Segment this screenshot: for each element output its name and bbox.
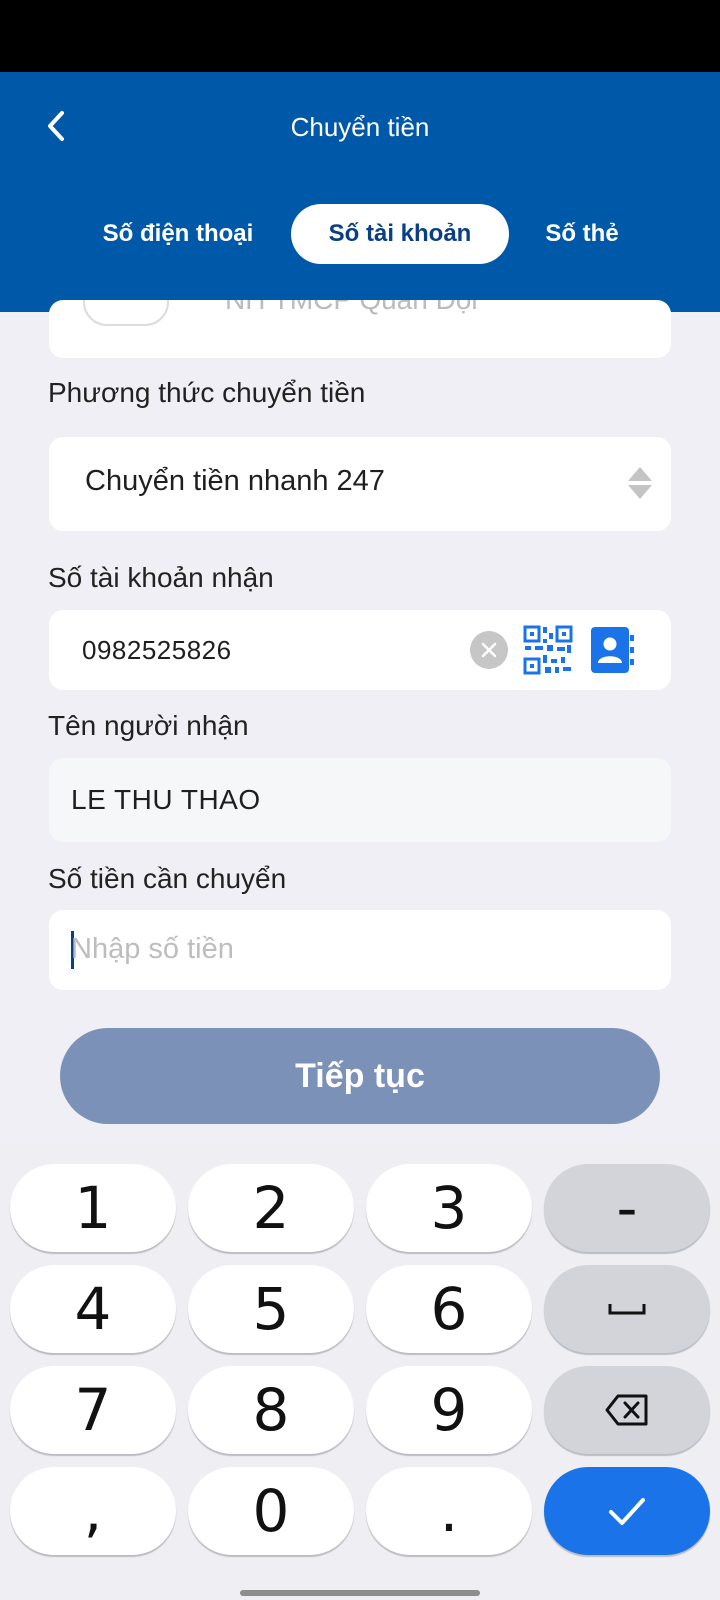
contacts-book-icon[interactable]: [591, 625, 635, 675]
method-label: Phương thức chuyển tiền: [48, 377, 366, 408]
tab-card-number[interactable]: Số thẻ: [530, 204, 634, 264]
continue-button[interactable]: Tiếp tục: [60, 1028, 660, 1124]
sort-arrows-icon: [628, 467, 652, 499]
check-icon: [609, 1498, 645, 1525]
bank-name: NH TMCP Quân Đội: [225, 300, 478, 316]
key-backspace[interactable]: [544, 1366, 710, 1454]
bank-logo: [83, 300, 169, 326]
recipient-label: Tên người nhận: [48, 710, 249, 741]
key-comma[interactable]: ,: [10, 1467, 176, 1555]
key-9[interactable]: 9: [366, 1366, 532, 1454]
account-number-value: 0982525826: [82, 635, 232, 665]
amount-label: Số tiền cần chuyển: [48, 863, 287, 894]
clear-icon[interactable]: [470, 631, 508, 669]
tab-bar: Số điện thoại Số tài khoản Số thẻ: [0, 204, 720, 264]
transfer-method-value: Chuyển tiền nhanh 247: [85, 465, 385, 497]
bank-select[interactable]: NH TMCP Quân Đội: [49, 300, 671, 358]
recipient-name-value: LE THU THAO: [71, 784, 261, 815]
home-indicator[interactable]: [240, 1590, 480, 1596]
key-minus[interactable]: -: [544, 1164, 710, 1252]
account-label: Số tài khoản nhận: [48, 562, 274, 593]
key-6[interactable]: 6: [366, 1265, 532, 1353]
key-3[interactable]: 3: [366, 1164, 532, 1252]
tab-account-number[interactable]: Số tài khoản: [291, 204, 509, 264]
key-1[interactable]: 1: [10, 1164, 176, 1252]
numeric-keyboard: 1 2 3 - 4 5 6 7 8 9 , 0 .: [0, 1144, 720, 1600]
qr-code-icon[interactable]: [523, 625, 573, 675]
transfer-method-select[interactable]: Chuyển tiền nhanh 247: [49, 437, 671, 531]
header: Chuyển tiền Số điện thoại Số tài khoản S…: [0, 72, 720, 312]
key-2[interactable]: 2: [188, 1164, 354, 1252]
key-period[interactable]: .: [366, 1467, 532, 1555]
key-0[interactable]: 0: [188, 1467, 354, 1555]
amount-placeholder: Nhập số tiền: [71, 933, 234, 965]
key-7[interactable]: 7: [10, 1366, 176, 1454]
key-5[interactable]: 5: [188, 1265, 354, 1353]
amount-input[interactable]: Nhập số tiền: [49, 910, 671, 990]
key-space[interactable]: [544, 1265, 710, 1353]
status-bar: [0, 0, 720, 72]
key-8[interactable]: 8: [188, 1366, 354, 1454]
space-icon: [608, 1304, 646, 1315]
key-confirm[interactable]: [544, 1467, 710, 1555]
key-4[interactable]: 4: [10, 1265, 176, 1353]
account-number-field[interactable]: 0982525826: [49, 610, 671, 690]
tab-phone-number[interactable]: Số điện thoại: [88, 204, 268, 264]
backspace-icon: [605, 1394, 648, 1426]
recipient-name-field: LE THU THAO: [49, 758, 671, 842]
page-title: Chuyển tiền: [290, 112, 430, 142]
